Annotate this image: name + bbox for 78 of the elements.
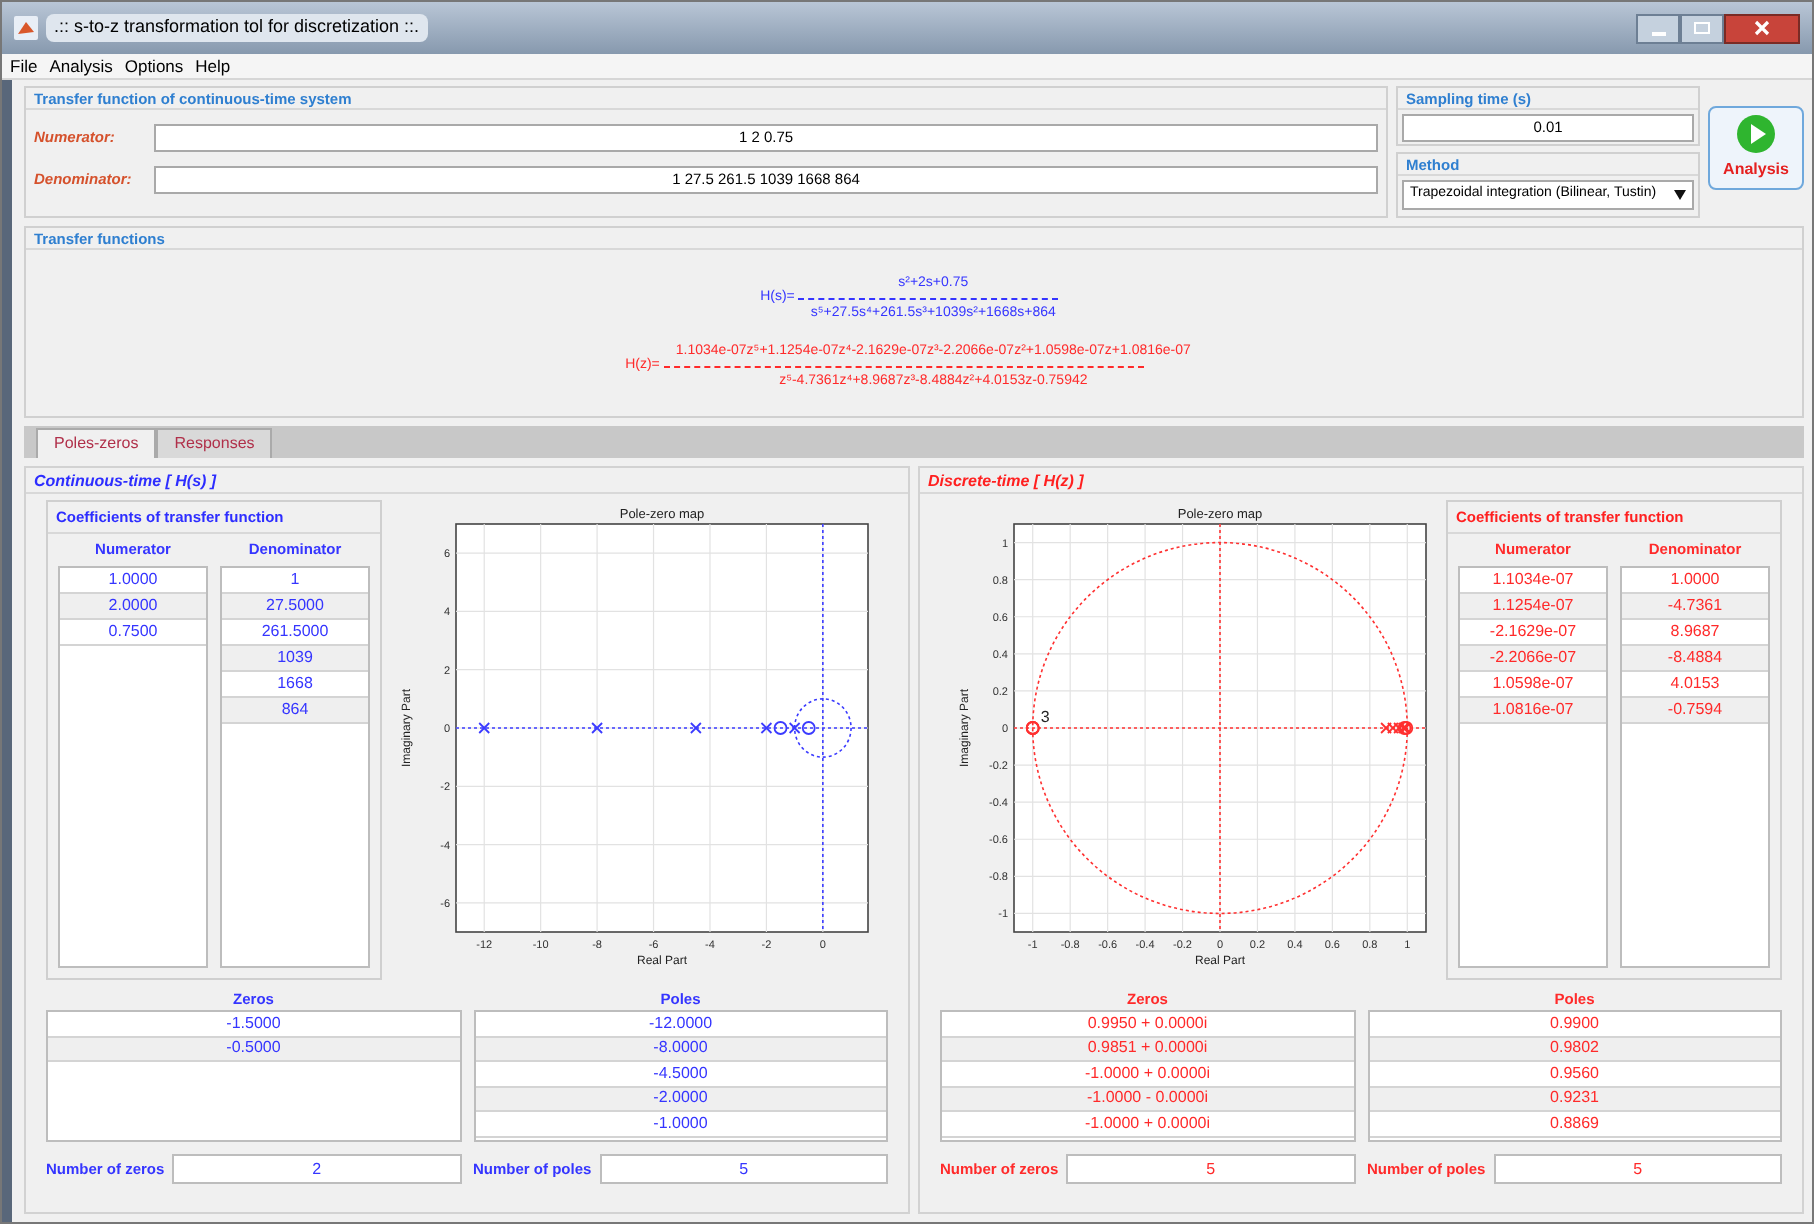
- pole-marker: [759, 722, 772, 734]
- table-cell: 0.7500: [60, 619, 206, 645]
- section-title: Discrete-time [ H(z) ]: [920, 468, 1802, 494]
- table-cell: -0.5000: [48, 1037, 459, 1062]
- table-cell: 8.9687: [1622, 619, 1768, 645]
- play-icon: [1736, 114, 1776, 154]
- table-cell: -1.0000 + 0.0000i: [942, 1062, 1353, 1087]
- pole-marker: [787, 722, 800, 734]
- list-box[interactable]: 1.1034e-07 1.1254e-07 -2.1629e-07 -2.2066e-07 1.0598e-07 1.0816e-07: [1458, 565, 1608, 968]
- minimize-button[interactable]: [1636, 13, 1680, 43]
- minimize-icon: [1651, 31, 1665, 35]
- zero-marker: [800, 721, 815, 735]
- table-cell: 0.9900: [1369, 1012, 1780, 1037]
- menu-item[interactable]: Options: [124, 53, 184, 79]
- table-cell: 1.0598e-07: [1460, 671, 1606, 697]
- list-box[interactable]: 0.9900 0.9802 0.9560 0.9231 0.8869: [1367, 1010, 1782, 1142]
- maximize-icon: [1694, 22, 1710, 34]
- close-icon: [1754, 20, 1770, 36]
- table-cell: 2.0000: [60, 593, 206, 619]
- zero-marker: [772, 721, 787, 735]
- table-cell: 1.1034e-07: [1460, 567, 1606, 593]
- maximize-button[interactable]: [1680, 13, 1724, 43]
- window-title: .:: s-to-z transformation tol for discretization ::.: [46, 14, 428, 42]
- count-field[interactable]: 2: [172, 1154, 461, 1184]
- table-cell: -4.7361: [1622, 593, 1768, 619]
- table-cell: -1.5000: [48, 1012, 459, 1037]
- table-cell: 0.8869: [1369, 1112, 1780, 1137]
- table-cell: 1039: [222, 645, 368, 671]
- table-cell: -1.0000: [475, 1112, 886, 1137]
- table-cell: 0.9231: [1369, 1087, 1780, 1112]
- tab[interactable]: Poles-zeros: [36, 428, 157, 458]
- menu-item[interactable]: File: [10, 53, 38, 79]
- count-field[interactable]: 5: [599, 1154, 888, 1184]
- menu-item[interactable]: Analysis: [49, 53, 113, 79]
- table-cell: 864: [222, 697, 368, 723]
- pole-marker: [590, 722, 602, 734]
- table-cell: -8.0000: [475, 1037, 886, 1062]
- table-cell: 0.9802: [1369, 1037, 1780, 1062]
- table-cell: -8.4884: [1622, 645, 1768, 671]
- table-cell: 27.5000: [222, 593, 368, 619]
- table-cell: -4.5000: [475, 1062, 886, 1087]
- table-cell: 1.1254e-07: [1460, 593, 1606, 619]
- app-icon: [14, 16, 38, 40]
- table-cell: 1668: [222, 671, 368, 697]
- list-box[interactable]: 1 27.5000 261.5000 1039 1668 864: [220, 565, 370, 968]
- list-box[interactable]: 1.0000 2.0000 0.7500: [58, 565, 208, 968]
- table-cell: -2.1629e-07: [1460, 619, 1606, 645]
- list-box[interactable]: -12.0000 -8.0000 -4.5000 -2.0000 -1.0000: [473, 1010, 888, 1142]
- count-field[interactable]: 5: [1066, 1154, 1355, 1184]
- table-cell: -2.2066e-07: [1460, 645, 1606, 671]
- table-cell: 1.0000: [1622, 567, 1768, 593]
- table-cell: 4.0153: [1622, 671, 1768, 697]
- table-cell: 261.5000: [222, 619, 368, 645]
- table-cell: 1.0816e-07: [1460, 697, 1606, 723]
- table-cell: 1.0000: [60, 567, 206, 593]
- table-cell: 0.9950 + 0.0000i: [942, 1012, 1353, 1037]
- table-cell: 1: [222, 567, 368, 593]
- table-cell: -2.0000: [475, 1087, 886, 1112]
- table-cell: 0.9560: [1369, 1062, 1780, 1087]
- analysis-button[interactable]: Analysis: [1708, 106, 1804, 190]
- table-cell: -12.0000: [475, 1012, 886, 1037]
- table-cell: -1.0000 - 0.0000i: [942, 1087, 1353, 1112]
- caret-icon: [1674, 190, 1686, 200]
- section-title: Continuous-time [ H(s) ]: [26, 468, 908, 494]
- pole-marker: [477, 722, 490, 734]
- list-box[interactable]: -1.5000 -0.5000: [46, 1010, 461, 1142]
- close-button[interactable]: [1724, 13, 1800, 43]
- table-cell: -1.0000 + 0.0000i: [942, 1112, 1353, 1137]
- unit-circle: [792, 698, 851, 758]
- tab[interactable]: Responses: [156, 428, 273, 458]
- table-cell: 0.9851 + 0.0000i: [942, 1037, 1353, 1062]
- table-cell: -0.7594: [1622, 697, 1768, 723]
- annotation-label: 3: [1039, 708, 1049, 726]
- count-field[interactable]: 5: [1493, 1154, 1782, 1184]
- list-box[interactable]: 1.0000 -4.7361 8.9687 -8.4884 4.0153 -0.7594: [1620, 565, 1770, 968]
- menu-item[interactable]: Help: [195, 53, 231, 79]
- pole-marker: [688, 722, 701, 734]
- list-box[interactable]: 0.9950 + 0.0000i 0.9851 + 0.0000i -1.0000 + 0.0000i -1.0000 - 0.0000i -1.0000 + 0.0000i: [940, 1010, 1355, 1142]
